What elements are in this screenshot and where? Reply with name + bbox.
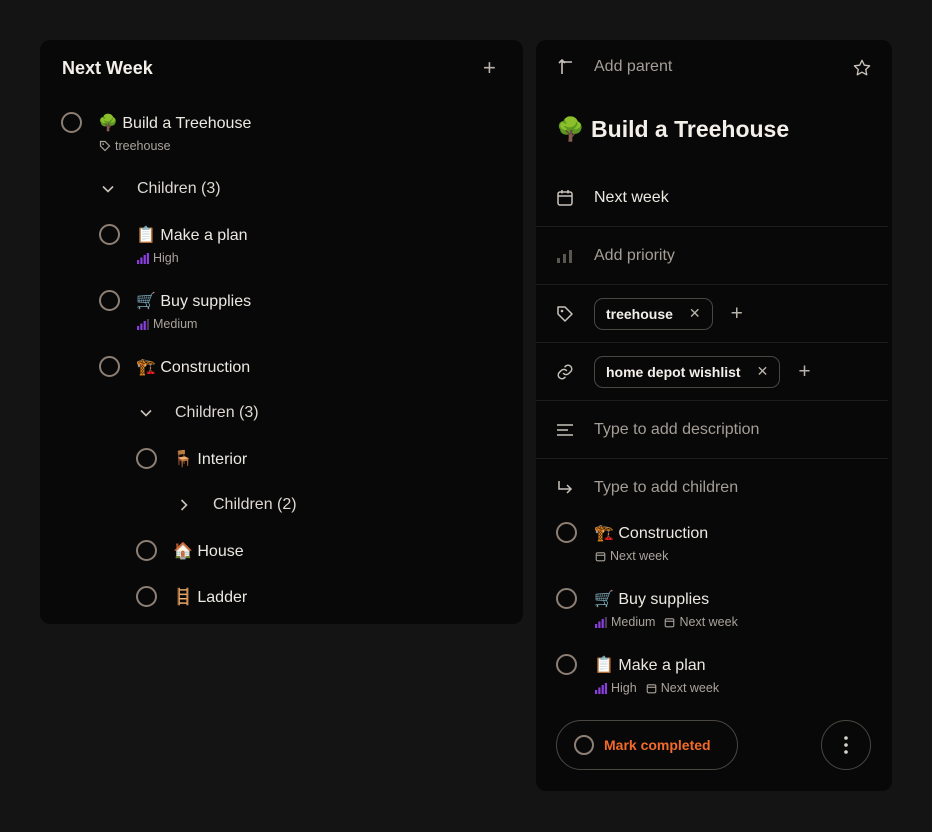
task-title[interactable]: 🪜 Ladder [173,587,247,607]
add-children-field[interactable]: Type to add children [536,459,888,517]
chevron-down-icon [102,185,132,193]
remove-link-icon[interactable]: ✕ [757,363,769,380]
due-date-field[interactable]: Next week [536,169,888,227]
calendar-icon [665,617,675,627]
task-complete-checkbox[interactable] [136,540,157,561]
task-complete-checkbox[interactable] [99,224,120,245]
chevron-down-icon [140,409,170,417]
task-complete-checkbox[interactable] [556,588,577,609]
task-title[interactable]: 📋 Make a plan [594,655,706,675]
add-task-button[interactable]: + [483,57,496,79]
task-meta: Medium Next week [595,615,738,629]
task-title-text: Build a Treehouse [122,115,252,132]
task-title[interactable]: 🌳 Build a Treehouse [98,113,251,133]
task-title[interactable]: 📋 Make a plan [136,225,248,245]
task-title[interactable]: 🏠 House [173,541,244,561]
circle-icon [574,735,594,755]
cart-icon: 🛒 [594,589,614,608]
children-toggle[interactable]: Children (3) [102,180,221,198]
clipboard-icon: 📋 [594,655,614,674]
add-link-button[interactable]: + [798,361,810,382]
task-complete-checkbox[interactable] [99,356,120,377]
links-field: home depot wishlist ✕ + [536,343,888,401]
task-meta: High Next week [595,681,719,695]
clipboard-icon: 📋 [136,225,156,244]
tree-icon: 🌳 [98,113,118,132]
tree-icon: 🌳 [556,117,585,143]
calendar-icon [646,683,657,693]
tag-icon [536,305,594,323]
task-complete-checkbox[interactable] [136,586,157,607]
task-detail-title[interactable]: 🌳 Build a Treehouse [556,116,789,143]
priority-medium-icon [137,318,149,330]
task-title[interactable]: 🏗️ Construction [594,523,708,543]
task-complete-checkbox[interactable] [99,290,120,311]
priority-badge: Medium [137,317,197,331]
priority-high-icon [595,682,607,694]
task-title[interactable]: 🛒 Buy supplies [136,291,251,311]
add-tag-button[interactable]: + [731,303,743,324]
text-lines-icon [536,423,594,437]
task-title[interactable]: 🏗️ Construction [136,357,250,377]
list-title: Next Week [62,58,153,78]
construction-icon: 🏗️ [594,523,614,542]
more-vertical-icon [844,736,848,754]
priority-high-icon [137,252,149,264]
priority-icon [536,249,594,263]
children-toggle[interactable]: Children (2) [180,496,297,514]
star-button[interactable] [852,58,872,83]
priority-field[interactable]: Add priority [536,227,888,285]
tag-chip[interactable]: treehouse ✕ [594,297,713,330]
construction-icon: 🏗️ [136,357,156,376]
calendar-icon [595,551,606,561]
task-complete-checkbox[interactable] [61,112,82,133]
more-options-button[interactable] [821,720,871,770]
tag-icon [99,140,111,152]
link-icon [536,363,594,381]
description-field[interactable]: Type to add description [536,401,888,459]
mark-completed-button[interactable]: Mark completed [556,720,738,770]
children-toggle[interactable]: Children (3) [140,404,259,422]
house-icon: 🏠 [173,541,193,560]
task-list-panel: Next Week + 🌳 Build a Treehouse treehous… [40,40,523,624]
priority-medium-icon [595,616,607,628]
task-title[interactable]: 🪑 Interior [173,449,247,469]
task-detail-panel: Add parent 🌳 Build a Treehouse Next week… [536,40,892,791]
priority-badge: High [137,251,179,265]
arrow-down-right-icon [536,479,594,497]
chevron-right-icon [180,499,210,511]
cart-icon: 🛒 [136,291,156,310]
task-complete-checkbox[interactable] [556,654,577,675]
link-chip[interactable]: home depot wishlist ✕ [594,355,781,388]
task-tag: treehouse [99,139,171,153]
task-title[interactable]: 🛒 Buy supplies [594,589,709,609]
chair-icon: 🪑 [173,449,193,468]
arrow-up-left-icon [558,58,572,74]
task-date: Next week [595,549,668,563]
remove-tag-icon[interactable]: ✕ [689,305,701,322]
ladder-icon: 🪜 [173,587,193,606]
star-icon [853,59,871,76]
calendar-icon [536,189,594,207]
task-complete-checkbox[interactable] [556,522,577,543]
task-complete-checkbox[interactable] [136,448,157,469]
add-parent-button[interactable]: Add parent [558,58,672,76]
tags-field: treehouse ✕ + [536,285,888,343]
